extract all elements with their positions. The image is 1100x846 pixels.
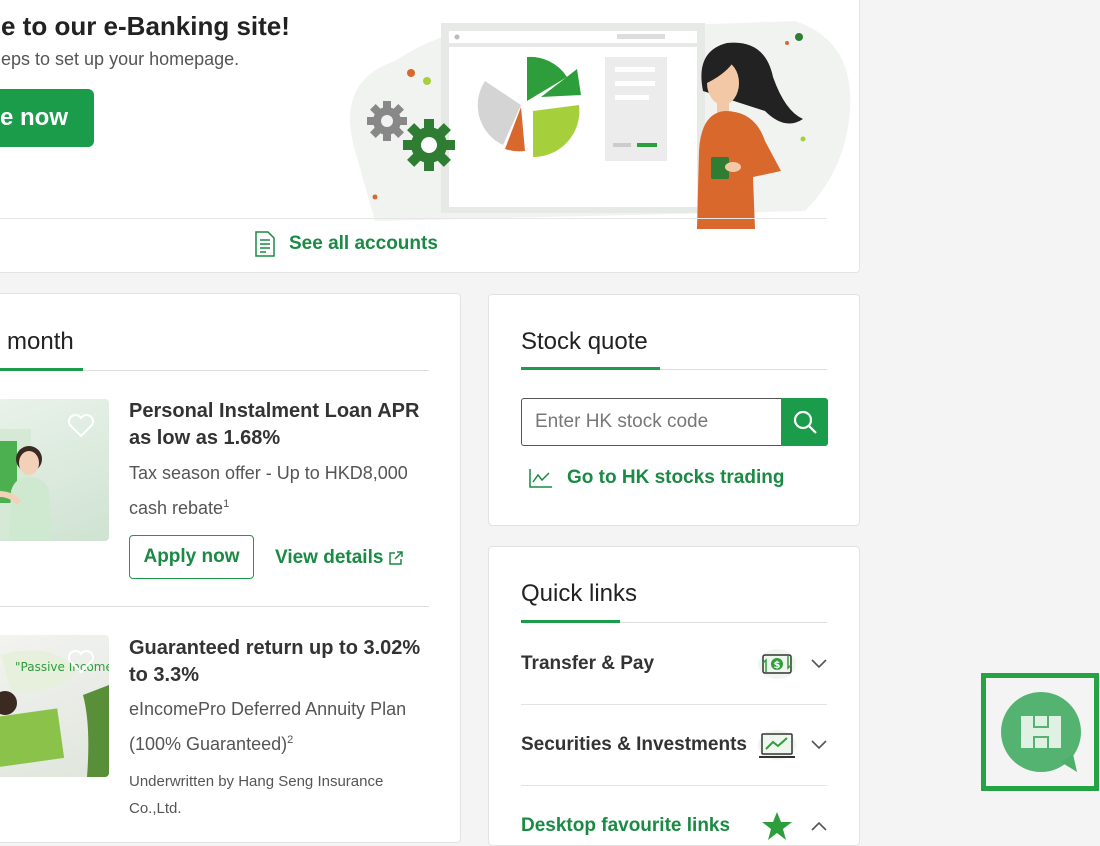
chevron-down-icon[interactable]: [811, 659, 827, 669]
chevron-up-icon[interactable]: [811, 821, 827, 831]
annuity-promo-description: eIncomePro Deferred Annuity Plan (100% G…: [129, 694, 439, 760]
view-details-link[interactable]: View details: [275, 547, 404, 569]
stock-quote-card: Stock quote Enter HK stock code Go to HK…: [488, 294, 860, 526]
search-icon: [793, 410, 817, 434]
heart-icon[interactable]: [67, 414, 95, 438]
promo-title-accent: [0, 368, 83, 371]
svg-text:$: $: [774, 660, 781, 671]
heart-icon[interactable]: [67, 650, 95, 674]
promotions-card: month Personal Instalment Loan APR as lo…: [0, 293, 461, 843]
quick-link-label: Transfer & Pay: [521, 653, 655, 674]
stock-quote-title: Stock quote: [521, 328, 648, 355]
annuity-promo-desc-text: eIncomePro Deferred Annuity Plan (100% G…: [129, 699, 407, 754]
chat-assistant-button[interactable]: [1001, 692, 1085, 776]
see-all-accounts-label: See all accounts: [289, 233, 438, 254]
welcome-card: e to our e-Banking site! eps to set up y…: [0, 0, 860, 273]
quick-link-label: Desktop favourite links: [521, 815, 731, 836]
stock-search-button[interactable]: [781, 398, 828, 446]
annuity-promo-title: Guaranteed return up to 3.02% to 3.3%: [129, 637, 421, 686]
stock-code-input[interactable]: Enter HK stock code: [521, 398, 782, 446]
line-chart-icon: [529, 469, 552, 488]
external-link-icon: [389, 551, 404, 565]
go-to-hk-stocks-trading-label: Go to HK stocks trading: [567, 467, 785, 488]
view-details-label: View details: [275, 547, 384, 568]
transfer-money-icon: $: [757, 648, 797, 680]
loan-promo-footnote: 1: [223, 498, 230, 510]
chevron-down-icon[interactable]: [811, 740, 827, 750]
start-now-button[interactable]: e now: [0, 89, 94, 147]
document-icon: [255, 231, 275, 257]
welcome-illustration: [350, 21, 851, 229]
underwriter-note: Underwritten by Hang Seng Insurance Co.,…: [129, 773, 384, 817]
go-to-hk-stocks-trading-link[interactable]: Go to HK stocks trading: [529, 467, 784, 489]
chat-logo-icon: [1021, 716, 1061, 748]
quick-link-desktop-favourites[interactable]: Desktop favourite links: [521, 786, 827, 845]
quick-links-card: Quick links Transfer & Pay $ Securities …: [488, 546, 860, 846]
annuity-promo-footnote: 2: [287, 734, 294, 746]
quick-link-transfer-pay[interactable]: Transfer & Pay $: [521, 624, 827, 704]
welcome-subtitle: eps to set up your homepage.: [1, 49, 240, 69]
promo-item-divider: [0, 606, 429, 607]
promo-section-title: month: [7, 328, 74, 355]
apply-now-button[interactable]: Apply now: [129, 535, 254, 579]
quick-link-label: Securities & Investments: [521, 734, 747, 755]
quick-title-accent: [521, 620, 620, 623]
see-all-accounts-link[interactable]: See all accounts: [255, 231, 438, 257]
stock-title-accent: [521, 367, 660, 370]
quick-link-securities-investments[interactable]: Securities & Investments: [521, 705, 827, 785]
quick-links-title: Quick links: [521, 580, 638, 607]
welcome-title: e to our e-Banking site!: [1, 11, 290, 41]
loan-promo-title: Personal Instalment Loan APR as low as 1…: [129, 400, 420, 449]
investment-chart-icon: [757, 729, 797, 761]
loan-promo-description: Tax season offer - Up to HKD8,000 cash r…: [129, 458, 439, 524]
welcome-divider: [0, 218, 827, 219]
loan-promo-desc-text: Tax season offer - Up to HKD8,000 cash r…: [129, 463, 408, 518]
star-icon: [757, 810, 797, 842]
